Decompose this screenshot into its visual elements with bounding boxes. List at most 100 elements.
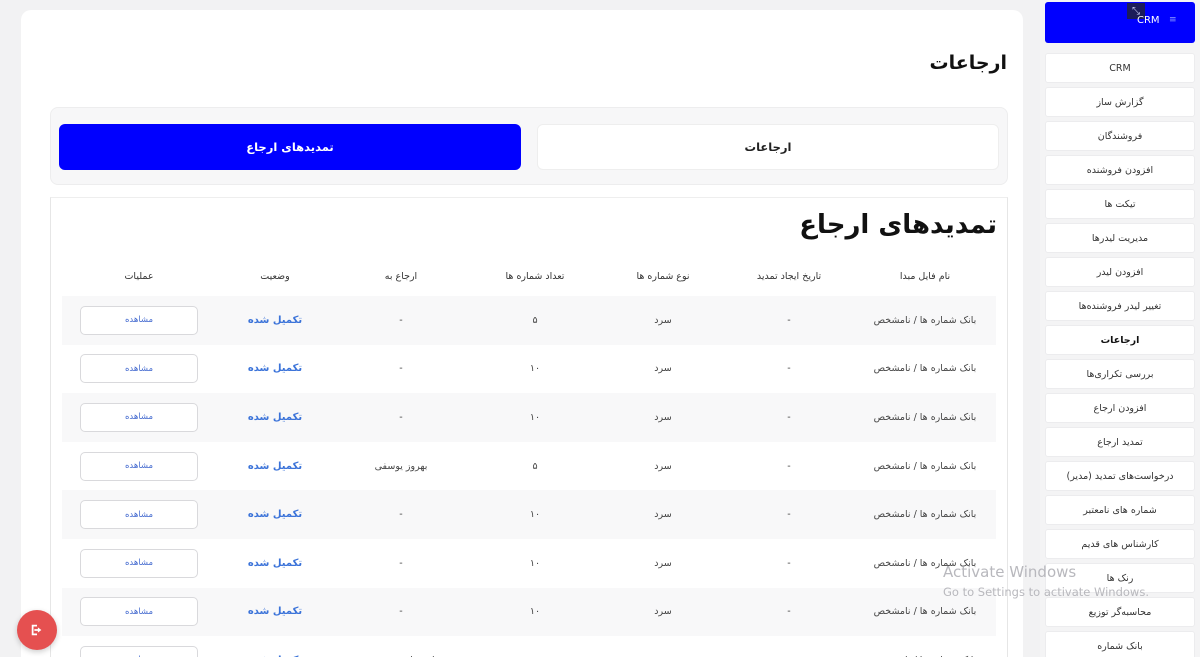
sidebar-item[interactable]: گزارش ساز — [1045, 87, 1195, 117]
cell-ref: - — [334, 296, 468, 345]
header-ref: ارجاع به — [384, 270, 418, 282]
sidebar-item[interactable]: کارشناس های قدیم — [1045, 529, 1195, 559]
tabs-container: تمدیدهای ارجاع ارجاعات — [50, 107, 1008, 185]
watermark-line-1: Activate Windows — [943, 563, 1077, 581]
status-badge: تکمیل شده — [247, 557, 303, 569]
cell-file: بانک شماره ها / نامشخص — [854, 636, 996, 657]
cell-count: ۱۰ — [529, 363, 541, 375]
table-row: بانک شماره ها / نامشخص - سرد ۵ بهروز یوسفی تک… — [62, 442, 996, 491]
cell-count: ۵ — [532, 460, 538, 472]
sidebar-item[interactable]: بانک شماره — [1045, 631, 1195, 657]
watermark-line-2: Go to Settings to activate Windows. — [943, 585, 1149, 599]
sidebar-item[interactable]: تغییر لیدر فروشنده‌ها — [1045, 291, 1195, 321]
tab-referral-extensions[interactable]: تمدیدهای ارجاع — [59, 124, 521, 170]
sidebar-item[interactable]: افزودن لیدر — [1045, 257, 1195, 287]
cell-ref: - — [399, 557, 403, 569]
cell-date: - — [724, 490, 854, 539]
cell-type: سرد — [602, 587, 724, 637]
cell-count: ۱۰ — [468, 490, 602, 539]
status-badge: تکمیل شده — [247, 509, 303, 521]
cell-count: ۱۰ — [529, 557, 541, 569]
main-card: ارجاعات تمدیدهای ارجاع ارجاعات تمدیدهای … — [21, 10, 1023, 657]
cell-count: ۱۰ — [468, 587, 602, 637]
cell-status: تکمیل شده — [216, 345, 334, 394]
sidebar-item[interactable]: تیکت ها — [1045, 189, 1195, 219]
cell-status: تکمیل شده — [216, 393, 334, 442]
sidebar-header-crm[interactable]: ⤡ CRM ≡ — [1045, 2, 1195, 43]
table-body: بانک شماره ها / نامشخص - سرد ۵- تکمیل شده مشا… — [62, 296, 996, 657]
cell-type: سرد — [602, 490, 724, 539]
cell-ref: - — [334, 490, 468, 539]
table-row: بانک شماره ها / نامشخص - سرد ۱۰- تکمیل شده مش… — [62, 490, 996, 539]
cell-ops: مشاهده — [62, 442, 216, 491]
cell-ref: بهروز یوسفی — [374, 460, 428, 472]
cell-ops: مشاهده — [62, 539, 216, 588]
windows-activation-watermark: Activate Windows Go to Settings to activ… — [943, 563, 1149, 599]
cell-ops: مشاهده — [62, 393, 216, 442]
table-row: بانک شماره ها / نامشخص - سرد ۱۰- تکمیل شده مش… — [62, 587, 996, 637]
table-row: بانک شماره ها / نامشخص - سرد ۵- تکمیل شده مشا… — [62, 296, 996, 345]
cell-status: تکمیل شده — [216, 296, 334, 345]
table-row: بانک شماره ها / نامشخص - سرد ۱۰- تکمیل شده مش… — [62, 345, 996, 394]
sidebar-item[interactable]: شماره های نامعتبر — [1045, 495, 1195, 525]
sidebar-item[interactable]: مدیریت لیدرها — [1045, 223, 1195, 253]
status-badge: تکمیل شده — [247, 314, 303, 326]
cell-file: بانک شماره ها / نامشخص — [854, 393, 996, 442]
cell-status: تکمیل شده — [216, 442, 334, 491]
extensions-table: نام فایل مبدا تاریخ ایجاد تمدید نوع شمار… — [62, 256, 996, 657]
view-button[interactable]: مشاهده — [80, 548, 198, 578]
cell-file: بانک شماره ها / نامشخص — [873, 460, 977, 472]
cell-date: - — [787, 363, 791, 375]
view-button[interactable]: مشاهده — [80, 645, 198, 657]
view-button[interactable]: مشاهده — [80, 451, 198, 481]
sidebar-item[interactable]: تمدید ارجاع — [1045, 427, 1195, 457]
cell-type: سرد — [602, 296, 724, 345]
sidebar-item[interactable]: CRM — [1045, 53, 1195, 83]
cell-date: - — [787, 460, 791, 472]
sidebar: ⤡ CRM ≡ CRM گزارش ساز فروشندگان افزودن فروش… — [1040, 0, 1200, 657]
table-row: بانک شماره ها / نامشخص - سرد ۱۰- تکمیل شده مش… — [62, 539, 996, 588]
cell-ops: مشاهده — [62, 345, 216, 394]
cell-file: بانک شماره ها / نامشخص — [854, 490, 996, 539]
page-title: ارجاعات — [929, 52, 1007, 74]
cell-ref: امیرعلی پورنوری — [334, 636, 468, 657]
view-button[interactable]: مشاهده — [80, 402, 198, 432]
cell-ref: - — [399, 363, 403, 375]
header-file: نام فایل مبدا — [899, 270, 951, 282]
sidebar-header-label: CRM — [1137, 15, 1160, 26]
cell-file: بانک شماره ها / نامشخص — [873, 363, 977, 375]
cell-status: تکمیل شده — [216, 490, 334, 539]
cell-ops: مشاهده — [62, 636, 216, 657]
cell-ops: مشاهده — [62, 587, 216, 637]
cell-date: - — [724, 296, 854, 345]
section-title: تمدیدهای ارجاع — [799, 210, 997, 240]
cell-date: - — [724, 587, 854, 637]
table-row: بانک شماره ها / نامشخص-سرد۱۰امیرعلی پورن… — [62, 636, 996, 657]
tab-referrals[interactable]: ارجاعات — [537, 124, 999, 170]
sidebar-item[interactable]: ارجاعات — [1045, 325, 1195, 355]
view-button[interactable]: مشاهده — [80, 305, 198, 335]
logout-button[interactable] — [17, 610, 57, 650]
status-badge: تکمیل شده — [247, 606, 303, 618]
cell-date: - — [724, 393, 854, 442]
cell-file: بانک شماره ها / نامشخص — [854, 296, 996, 345]
cell-type: سرد — [602, 636, 724, 657]
list-icon: ≡ — [1169, 15, 1177, 25]
sidebar-item[interactable]: فروشندگان — [1045, 121, 1195, 151]
header-type: نوع شماره ها — [636, 270, 690, 282]
sidebar-item[interactable]: درخواست‌های تمدید (مدیر) — [1045, 461, 1195, 491]
cell-type: سرد — [602, 393, 724, 442]
cell-ref: - — [334, 393, 468, 442]
sidebar-item[interactable]: محاسبه‌گر توزیع — [1045, 597, 1195, 627]
cell-date: - — [724, 636, 854, 657]
cell-status: تکمیل شده — [216, 636, 334, 657]
view-button[interactable]: مشاهده — [80, 597, 198, 627]
cell-status: تکمیل شده — [216, 539, 334, 588]
sidebar-item[interactable]: افزودن فروشنده — [1045, 155, 1195, 185]
cell-count: ۱۰ — [468, 393, 602, 442]
view-button[interactable]: مشاهده — [80, 354, 198, 384]
sidebar-item[interactable]: افزودن ارجاع — [1045, 393, 1195, 423]
sidebar-item[interactable]: بررسی تکراری‌ها — [1045, 359, 1195, 389]
view-button[interactable]: مشاهده — [80, 500, 198, 530]
header-ops: عملیات — [124, 270, 154, 282]
